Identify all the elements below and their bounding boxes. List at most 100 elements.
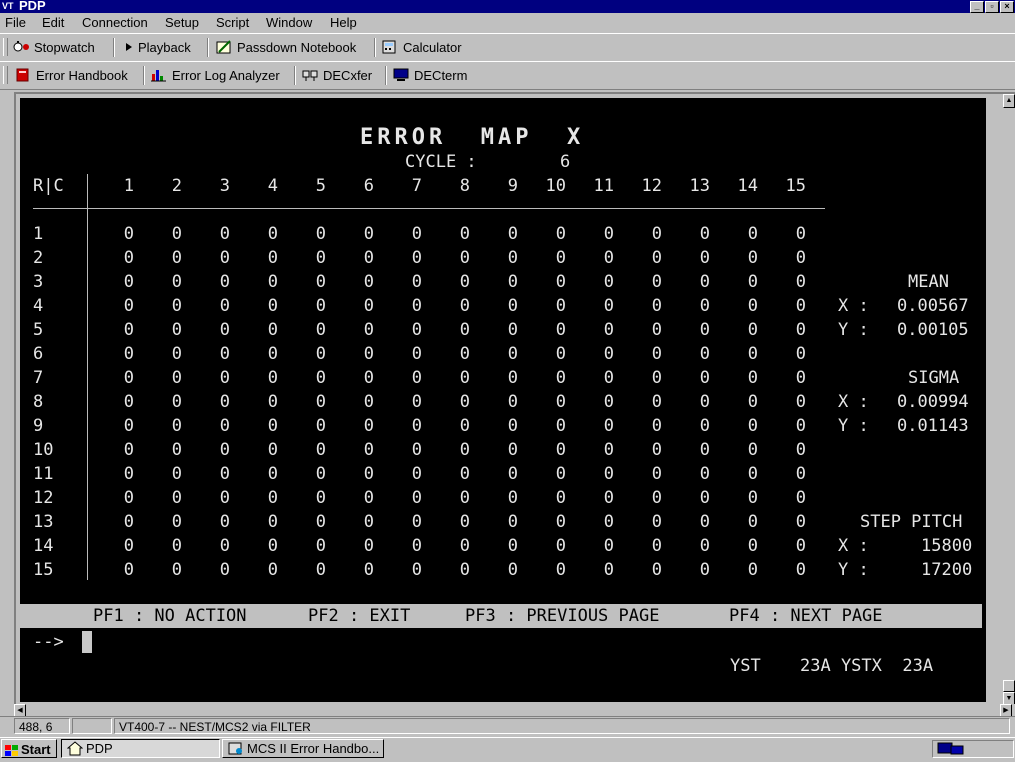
menu-window[interactable]: Window [266,14,312,31]
notebook-icon [216,40,232,54]
grid-cell: 0 [315,272,326,292]
menu-setup[interactable]: Setup [165,14,199,31]
column-header: 5 [315,176,326,196]
grid-cell: 0 [651,368,662,388]
scroll-thumb[interactable] [1003,680,1015,692]
row-label: 12 [33,488,54,508]
close-icon[interactable]: × [1000,1,1014,13]
row-label: 3 [33,272,44,292]
handbook-icon [228,741,244,757]
horizontal-scrollbar[interactable]: ◀ ▶ [14,704,1015,718]
grid-cell: 0 [363,440,374,460]
toolbar-grip[interactable] [3,66,8,84]
pf4-label[interactable]: PF4 : NEXT PAGE [729,606,883,626]
menu-script[interactable]: Script [216,14,249,31]
grid-cell: 0 [171,224,182,244]
grid-cell: 0 [651,488,662,508]
column-header: 10 [545,176,566,196]
grid-cell: 0 [219,512,230,532]
grid-cell: 0 [411,416,422,436]
grid-cell: 0 [747,392,758,412]
calculator-button[interactable]: Calculator [382,38,462,57]
pf2-label[interactable]: PF2 : EXIT [308,606,410,626]
playback-label: Playback [138,40,191,55]
stopwatch-button[interactable]: Stopwatch [13,38,95,57]
taskbar-item-pdp[interactable]: PDP [61,739,220,758]
toolbar-separator [207,38,209,57]
row-label: 14 [33,536,54,556]
grid-cell: 0 [795,296,806,316]
grid-cell: 0 [507,440,518,460]
menu-connection[interactable]: Connection [82,14,148,31]
grid-cell: 0 [267,560,278,580]
grid-cell: 0 [363,296,374,316]
pf3-label[interactable]: PF3 : PREVIOUS PAGE [465,606,659,626]
grid-cell: 0 [315,488,326,508]
monitor-icon[interactable] [936,742,966,759]
grid-cell: 0 [795,488,806,508]
grid-cell: 0 [651,344,662,364]
playback-button[interactable]: Playback [125,38,191,57]
grid-cell: 0 [171,488,182,508]
footer-right: 23A YSTX 23A [800,656,934,676]
row-label: 1 [33,224,44,244]
passdown-notebook-button[interactable]: Passdown Notebook [216,38,356,57]
grid-cell: 0 [699,392,710,412]
minimize-icon[interactable]: _ [970,1,984,13]
grid-cell: 0 [507,392,518,412]
vertical-scrollbar[interactable]: ▲ ▼ [1003,94,1015,706]
grid-cell: 0 [699,536,710,556]
grid-cell: 0 [795,272,806,292]
grid-cell: 0 [555,296,566,316]
cycle-value: 6 [560,152,571,172]
scroll-up-icon[interactable]: ▲ [1003,94,1015,108]
grid-cell: 0 [219,320,230,340]
grid-cell: 0 [171,416,182,436]
grid-cell: 0 [603,272,614,292]
toolbar-grip[interactable] [3,38,8,56]
start-label: Start [21,742,51,757]
decxfer-button[interactable]: DECxfer [302,66,372,85]
pf1-label[interactable]: PF1 : NO ACTION [93,606,247,626]
row-divider [87,174,88,580]
error-log-analyzer-button[interactable]: Error Log Analyzer [151,66,280,85]
grid-cell: 0 [651,416,662,436]
menu-file[interactable]: File [5,14,26,31]
grid-cell: 0 [363,320,374,340]
grid-cell: 0 [699,224,710,244]
grid-cell: 0 [651,392,662,412]
grid-cell: 0 [171,464,182,484]
grid-cell: 0 [603,440,614,460]
error-log-label: Error Log Analyzer [172,68,280,83]
grid-cell: 0 [699,512,710,532]
restore-icon[interactable]: ▫ [985,1,999,13]
transfer-icon [302,68,318,82]
menu-help[interactable]: Help [330,14,357,31]
grid-cell: 0 [507,296,518,316]
grid-cell: 0 [459,464,470,484]
grid-cell: 0 [795,464,806,484]
step-x-value: 15800 [921,536,973,556]
error-handbook-button[interactable]: Error Handbook [15,66,128,85]
grid-cell: 0 [651,464,662,484]
grid-cell: 0 [123,272,134,292]
grid-cell: 0 [411,272,422,292]
grid-cell: 0 [555,560,566,580]
grid-cell: 0 [651,512,662,532]
grid-cell: 0 [603,536,614,556]
terminal-screen[interactable]: ERROR MAP X CYCLE : 6 R|C 1 2 3 4 5 6 7 8 9 10 11 1… [20,98,986,702]
grid-cell: 0 [219,296,230,316]
grid-cell: 0 [555,464,566,484]
grid-cell: 0 [795,248,806,268]
start-button[interactable]: Start [1,739,57,758]
row-label: 2 [33,248,44,268]
grid-cell: 0 [699,416,710,436]
grid-cell: 0 [315,440,326,460]
error-handbook-label: Error Handbook [36,68,128,83]
grid-cell: 0 [315,344,326,364]
grid-cell: 0 [603,464,614,484]
taskbar-item-handbook[interactable]: MCS II Error Handbo... [222,739,384,758]
text-cursor[interactable] [82,631,92,653]
decterm-button[interactable]: DECterm [393,66,467,85]
menu-edit[interactable]: Edit [42,14,64,31]
